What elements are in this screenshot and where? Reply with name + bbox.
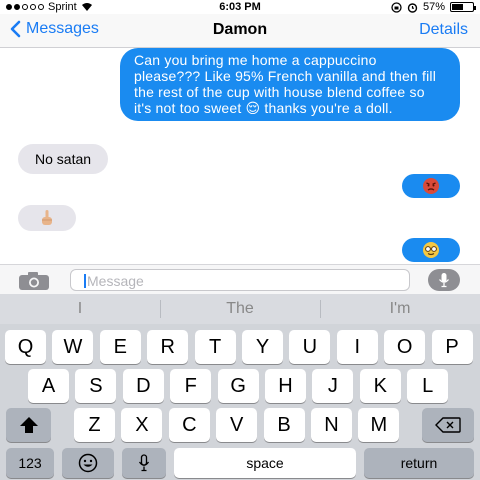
battery-icon bbox=[450, 2, 476, 12]
key-s[interactable]: S bbox=[75, 369, 117, 403]
details-button[interactable]: Details bbox=[419, 21, 468, 39]
chevron-left-icon bbox=[10, 20, 21, 38]
key-l[interactable]: L bbox=[407, 369, 449, 403]
key-h[interactable]: H bbox=[265, 369, 306, 403]
backspace-icon bbox=[435, 417, 461, 433]
space-key[interactable]: space bbox=[174, 448, 356, 478]
message-field[interactable] bbox=[70, 269, 410, 291]
outgoing-message[interactable] bbox=[402, 174, 460, 198]
lock-rotation-icon bbox=[391, 1, 402, 13]
key-n[interactable]: N bbox=[311, 408, 352, 442]
camera-icon bbox=[19, 272, 49, 290]
key-w[interactable]: W bbox=[52, 330, 94, 364]
message-input[interactable] bbox=[87, 272, 397, 290]
battery-percent: 57% bbox=[422, 1, 445, 13]
navigation-bar: Messages Damon Details bbox=[0, 14, 480, 48]
key-d[interactable]: D bbox=[122, 369, 164, 403]
key-f[interactable]: F bbox=[170, 369, 212, 403]
suggestion[interactable]: The bbox=[160, 294, 320, 324]
outgoing-message[interactable] bbox=[402, 238, 460, 262]
suggestion[interactable]: I'm bbox=[320, 294, 480, 324]
text-cursor bbox=[84, 274, 86, 288]
message-thread[interactable]: Can you bring me home a cappuccino pleas… bbox=[0, 48, 480, 264]
outgoing-message[interactable]: Can you bring me home a cappuccino pleas… bbox=[120, 48, 460, 121]
microphone-icon bbox=[438, 273, 450, 288]
key-m[interactable]: M bbox=[358, 408, 400, 442]
key-v[interactable]: V bbox=[216, 408, 258, 442]
angry-face-emoji-icon bbox=[423, 178, 439, 194]
keyboard: I The I'm QWERTYUIOP ASDFGHJKL ZXCVBNM 1… bbox=[0, 294, 480, 480]
backspace-key[interactable] bbox=[422, 408, 474, 442]
key-x[interactable]: X bbox=[121, 408, 163, 442]
status-bar: Sprint 6:03 PM 57% bbox=[0, 0, 480, 14]
key-a[interactable]: A bbox=[28, 369, 69, 403]
compose-bar bbox=[0, 264, 480, 294]
dictation-button[interactable] bbox=[428, 269, 460, 291]
key-y[interactable]: Y bbox=[242, 330, 283, 364]
shift-key[interactable] bbox=[6, 408, 51, 442]
key-g[interactable]: G bbox=[217, 369, 259, 403]
emoji-smiley-icon bbox=[78, 453, 98, 473]
predictive-bar: I The I'm bbox=[0, 294, 480, 324]
key-k[interactable]: K bbox=[359, 369, 401, 403]
alarm-icon bbox=[407, 2, 418, 13]
suggestion[interactable]: I bbox=[0, 294, 160, 324]
key-j[interactable]: J bbox=[312, 369, 354, 403]
emoji-key[interactable] bbox=[62, 448, 114, 478]
back-button-label: Messages bbox=[26, 20, 99, 37]
key-t[interactable]: T bbox=[194, 330, 236, 364]
microphone-icon bbox=[138, 454, 150, 472]
key-e[interactable]: E bbox=[99, 330, 141, 364]
incoming-message[interactable]: No satan bbox=[18, 144, 109, 174]
return-key[interactable]: return bbox=[364, 448, 474, 478]
key-c[interactable]: C bbox=[168, 408, 210, 442]
key-b[interactable]: B bbox=[263, 408, 305, 442]
key-u[interactable]: U bbox=[289, 330, 331, 364]
middle-finger-emoji-icon bbox=[42, 210, 52, 225]
key-r[interactable]: R bbox=[147, 330, 189, 364]
key-i[interactable]: I bbox=[336, 330, 378, 364]
incoming-message[interactable] bbox=[18, 205, 76, 231]
camera-button[interactable] bbox=[18, 271, 50, 291]
key-o[interactable]: O bbox=[384, 330, 426, 364]
back-button[interactable]: Messages bbox=[10, 20, 99, 38]
nerd-face-emoji-icon bbox=[423, 242, 439, 258]
key-p[interactable]: P bbox=[431, 330, 473, 364]
numbers-key[interactable]: 123 bbox=[6, 448, 54, 478]
key-q[interactable]: Q bbox=[5, 330, 46, 364]
status-right: 57% bbox=[391, 1, 476, 13]
shift-arrow-icon bbox=[19, 417, 38, 433]
key-z[interactable]: Z bbox=[74, 408, 115, 442]
dictation-key[interactable] bbox=[122, 448, 166, 478]
